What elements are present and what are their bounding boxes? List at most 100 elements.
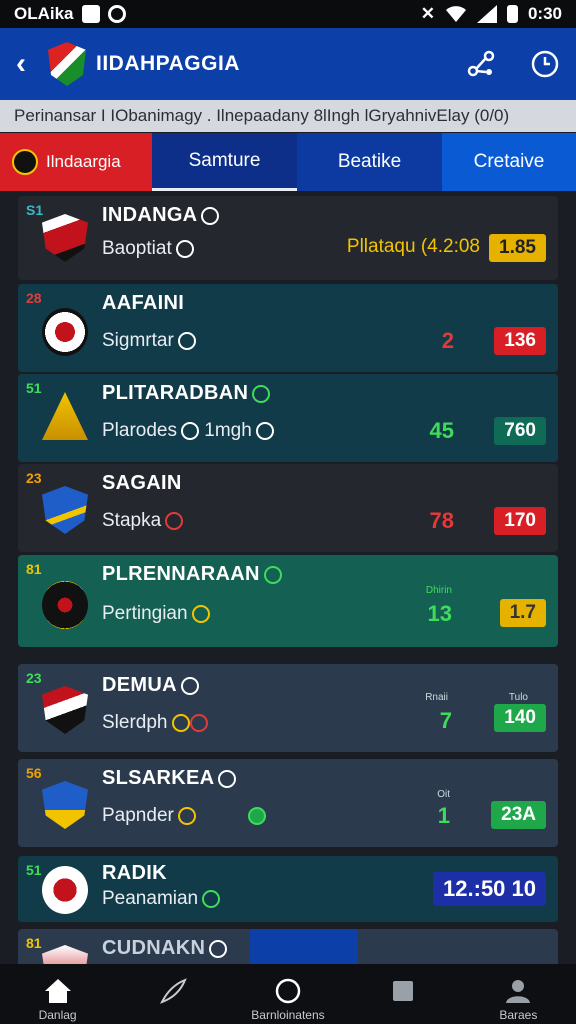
nav-home[interactable]: Danlag: [8, 978, 108, 1022]
score-label: Dhirin: [425, 585, 452, 596]
square-icon: [393, 981, 414, 1001]
list-item[interactable]: S1 INDANGA Baoptiat Pllataqu (4.2:08 1.8…: [18, 196, 558, 280]
list-item[interactable]: 51 PLITARADBAN Plarodes 1mgh 45 760: [18, 374, 558, 462]
points-badge: 1.85: [489, 234, 546, 262]
wifi-icon: [445, 6, 466, 22]
points-badge: 136: [494, 327, 546, 355]
share-icon[interactable]: [466, 49, 496, 79]
tab-label: Ilndaargia: [46, 152, 121, 171]
score: 13: [427, 601, 452, 626]
rank: 23: [26, 470, 42, 486]
shield-icon: [107, 5, 126, 23]
tab-cretaive[interactable]: Cretaive: [442, 133, 576, 191]
list-item[interactable]: 81 CUDNAKN: [18, 929, 558, 969]
team-sub: Peanamian: [102, 888, 221, 910]
info-icon: [252, 384, 271, 403]
carrier-label: OLAika: [14, 4, 74, 23]
info-icon: [175, 239, 194, 258]
notification-icon: [81, 5, 100, 23]
points-badge: 170: [494, 507, 546, 535]
nav-feather[interactable]: [123, 978, 223, 1008]
team-sub: Pertingian: [102, 603, 210, 625]
score-label: Rnaii: [425, 692, 448, 703]
team-crest-icon: [42, 486, 88, 534]
team-sub: Stapka: [102, 510, 184, 532]
team-sub: Papnder: [102, 805, 196, 827]
rank: S1: [26, 202, 44, 218]
tab-label: Samture: [188, 149, 261, 171]
team-crest-icon: [42, 581, 88, 629]
nav-square[interactable]: [353, 978, 453, 1008]
list-item[interactable]: 23 SAGAIN Stapka 78 170: [18, 464, 558, 552]
score: 2: [441, 328, 454, 353]
team-name: SLSARKEA: [102, 767, 237, 790]
team-crest-icon: [42, 308, 88, 356]
clock-icon[interactable]: [530, 49, 560, 79]
rank: 56: [26, 765, 42, 781]
team-sub: Plarodes 1mgh: [102, 420, 274, 442]
info-icon: [180, 676, 199, 695]
rank: 81: [26, 561, 42, 577]
nav-profile[interactable]: Baraes: [468, 978, 568, 1022]
list-item[interactable]: 81 PLRENNARAAN Pertingian Dhirin 13 1.7: [18, 555, 558, 647]
team-sub: Baoptiat: [102, 238, 194, 260]
tab-beatike[interactable]: Beatike: [297, 133, 442, 191]
list-item[interactable]: 23 DEMUA Slerdph Rnaii 7 Tulo 140: [18, 664, 558, 752]
tab-league[interactable]: Ilndaargia: [0, 133, 152, 191]
signal-icon: [476, 5, 497, 23]
info-icon: [165, 511, 184, 530]
status-bar: OLAika ✕ 0:30: [0, 0, 576, 28]
info-icon: [263, 565, 282, 584]
bottom-nav: Danlag Barnloinatens Baraes: [0, 964, 576, 1024]
team-name: DEMUA: [102, 674, 199, 697]
rank: 81: [26, 935, 42, 951]
battery-icon: [506, 5, 518, 23]
info-icon: [189, 713, 208, 732]
highlight-block: [250, 929, 358, 969]
breadcrumb: Perinansar I IObanimagy . Ilnepaadany 8l…: [0, 100, 576, 132]
points-badge: 760: [494, 417, 546, 445]
points-badge: 140: [494, 704, 546, 732]
info-icon: [177, 806, 196, 825]
nav-label: Danlag: [38, 1008, 77, 1022]
rank: 28: [26, 290, 42, 306]
team-crest-icon: [42, 781, 88, 829]
team-name: PLRENNARAAN: [102, 563, 282, 586]
team-name: INDANGA: [102, 204, 220, 227]
rank: 51: [26, 862, 42, 878]
info-icon: [255, 421, 274, 440]
points-badge: 23A: [491, 801, 546, 829]
team-crest-icon: [42, 686, 88, 734]
team-name: AAFAINI: [102, 292, 185, 314]
team-name: SAGAIN: [102, 472, 182, 494]
nav-circle[interactable]: Barnloinatens: [238, 978, 338, 1022]
info-icon: [191, 604, 210, 623]
circle-icon: [275, 978, 301, 1004]
tab-samture[interactable]: Samture: [152, 133, 297, 191]
team-sub: Slerdph: [102, 712, 208, 734]
nav-label: Baraes: [499, 1008, 538, 1022]
list-item[interactable]: 51 RADIK Peanamian 12.:50 10: [18, 856, 558, 922]
info-icon: [201, 206, 220, 225]
score: 1: [437, 803, 450, 828]
mute-icon: ✕: [420, 4, 435, 23]
team-sub: Sigmrtar: [102, 330, 196, 352]
team-crest-icon: [42, 866, 88, 914]
list-item[interactable]: 28 AAFAINI Sigmrtar 2 136: [18, 284, 558, 372]
team-crest-icon: [42, 392, 88, 440]
score: 7: [439, 708, 452, 733]
info-icon: [209, 939, 228, 958]
rank: 23: [26, 670, 42, 686]
list-item[interactable]: 56 SLSARKEA Papnder Oit 1 23A: [18, 759, 558, 847]
info-icon: [171, 713, 190, 732]
back-arrow-icon[interactable]: ‹: [16, 47, 40, 81]
home-icon: [44, 979, 71, 1003]
league-badge-icon: [12, 149, 38, 175]
team-name: CUDNAKN: [102, 937, 228, 960]
app-bar: ‹ IIDAHPAGGIA: [0, 28, 576, 100]
score: 78: [429, 508, 454, 533]
time-badge: 12.:50 10: [433, 872, 546, 906]
tab-bar: Ilndaargia Samture Beatike Cretaive: [0, 133, 576, 191]
person-icon: [506, 980, 531, 1003]
info-icon: [218, 769, 237, 788]
